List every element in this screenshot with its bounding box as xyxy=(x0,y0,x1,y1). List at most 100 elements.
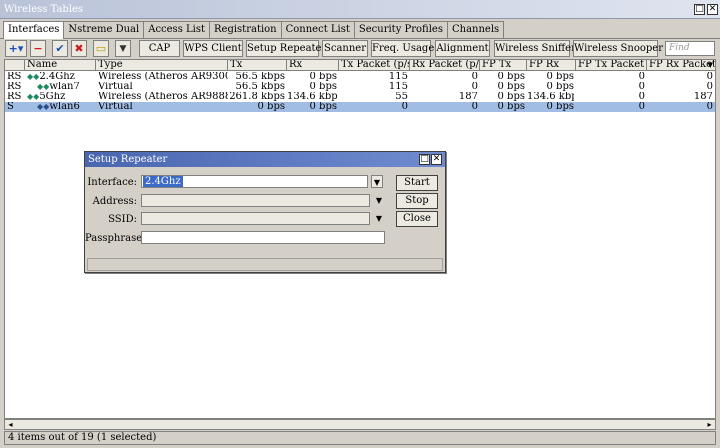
col-fp-rx-packet[interactable]: FP Rx Packet ▼ xyxy=(647,60,715,71)
row-rx: 134.6 kbps xyxy=(287,92,337,102)
tab-bar: Interfaces Nstreme Dual Access List Regi… xyxy=(3,21,505,39)
dialog-close-icon[interactable]: ✕ xyxy=(431,154,442,165)
col-name[interactable]: Name xyxy=(25,60,96,71)
row-name-cell: ◆◆2.4Ghz xyxy=(27,72,96,82)
scanner-button[interactable]: Scanner xyxy=(322,40,368,57)
wireless-snooper-button[interactable]: Wireless Snooper xyxy=(573,40,663,57)
stop-button[interactable]: Stop xyxy=(396,193,438,209)
row-fp-tx-packet: 0 xyxy=(638,102,645,112)
tab-divider xyxy=(0,38,720,39)
row-fp-tx-packet: 0 xyxy=(638,72,645,82)
check-icon: ✔ xyxy=(55,42,65,55)
plus-icon: +▾ xyxy=(8,42,24,55)
table-row[interactable]: RS ◆◆wlan7 Virtual 56.5 kbps 0 bps 115 0… xyxy=(5,82,715,92)
close-icon[interactable]: ✕ xyxy=(707,4,718,15)
window-title-bar: Wireless Tables □ ✕ xyxy=(0,0,720,19)
passphrase-input[interactable] xyxy=(141,231,385,244)
row-type: Virtual xyxy=(98,82,133,92)
row-name: wlan7 xyxy=(49,82,80,92)
add-button[interactable]: +▾ xyxy=(5,40,27,57)
tab-registration[interactable]: Registration xyxy=(209,21,282,38)
tab-interfaces[interactable]: Interfaces xyxy=(3,21,65,39)
start-button[interactable]: Start xyxy=(396,175,438,191)
col-fp-rx[interactable]: FP Rx xyxy=(527,60,576,71)
filter-button[interactable]: ▼ xyxy=(115,40,131,57)
col-flags[interactable] xyxy=(5,60,25,71)
table-row[interactable]: RS ◆◆5Ghz Wireless (Atheros AR9888) 261.… xyxy=(5,92,715,102)
row-tx: 56.5 kbps xyxy=(235,72,285,82)
setup-repeater-button[interactable]: Setup Repeater xyxy=(246,40,326,57)
col-tx-packet[interactable]: Tx Packet (p/s) xyxy=(339,60,410,71)
ssid-label: SSID: xyxy=(108,214,137,225)
row-tx-packet: 115 xyxy=(388,72,408,82)
passphrase-label: Passphrase: xyxy=(85,233,146,244)
restore-icon[interactable]: □ xyxy=(694,4,705,15)
interface-icon: ◆◆ xyxy=(37,102,50,111)
enable-button[interactable]: ✔ xyxy=(52,40,68,57)
wps-client-button[interactable]: WPS Client xyxy=(183,40,243,57)
alignment-button[interactable]: Alignment xyxy=(435,40,490,57)
row-rx-packet: 0 xyxy=(471,82,478,92)
row-name-cell: ◆◆wlan6 xyxy=(37,102,96,112)
comment-icon: ▭ xyxy=(95,42,107,55)
dialog-title-bar: Setup Repeater □ ✕ xyxy=(85,152,445,167)
ssid-dropdown-icon[interactable]: ▼ xyxy=(373,212,385,225)
comment-button[interactable]: ▭ xyxy=(93,40,109,57)
row-fp-rx: 0 bps xyxy=(546,102,574,112)
row-rx-packet: 0 xyxy=(471,72,478,82)
status-bar: 4 items out of 19 (1 selected) xyxy=(4,431,716,445)
row-name: 5Ghz xyxy=(39,92,66,102)
disable-button[interactable]: ✖ xyxy=(71,40,87,57)
row-fp-rx: 134.6 kbps xyxy=(527,92,574,102)
interface-value: 2.4Ghz xyxy=(143,176,183,187)
col-rx[interactable]: Rx xyxy=(287,60,339,71)
close-button[interactable]: Close xyxy=(396,211,438,227)
freq-usage-button[interactable]: Freq. Usage xyxy=(371,40,434,57)
scroll-left-icon[interactable]: ◂ xyxy=(5,420,16,429)
col-type[interactable]: Type xyxy=(96,60,228,71)
interface-select[interactable]: 2.4Ghz xyxy=(141,175,368,188)
remove-button[interactable]: − xyxy=(30,40,46,57)
interface-dropdown-icon[interactable]: ▼ xyxy=(371,175,383,188)
address-dropdown-icon[interactable]: ▼ xyxy=(373,194,385,207)
col-fp-tx[interactable]: FP Tx xyxy=(480,60,527,71)
row-fp-tx: 0 bps xyxy=(497,92,525,102)
address-select[interactable] xyxy=(141,194,370,207)
row-rx: 0 bps xyxy=(309,72,337,82)
row-fp-tx: 0 bps xyxy=(497,82,525,92)
minus-icon: − xyxy=(33,42,43,55)
table-row[interactable]: RS ◆◆2.4Ghz Wireless (Atheros AR9300) 56… xyxy=(5,72,715,82)
ssid-select[interactable] xyxy=(141,212,370,225)
find-input[interactable]: Find xyxy=(665,41,715,56)
scroll-right-icon[interactable]: ▸ xyxy=(704,420,715,429)
interface-label: Interface: xyxy=(87,177,137,188)
row-flags: S xyxy=(7,102,14,112)
col-fp-tx-packet[interactable]: FP Tx Packet ... xyxy=(576,60,647,71)
row-fp-rx-packet: 0 xyxy=(706,102,713,112)
row-tx: 56.5 kbps xyxy=(235,82,285,92)
row-fp-tx: 0 bps xyxy=(497,102,525,112)
wireless-sniffer-button[interactable]: Wireless Sniffer xyxy=(494,40,576,57)
row-tx-packet: 55 xyxy=(395,92,408,102)
row-flags: RS xyxy=(7,92,22,102)
tab-connect-list[interactable]: Connect List xyxy=(280,21,355,38)
tab-nstreme-dual[interactable]: Nstreme Dual xyxy=(63,21,145,38)
row-fp-rx-packet: 0 xyxy=(706,72,713,82)
row-flags: RS xyxy=(7,82,22,92)
dialog-restore-icon[interactable]: □ xyxy=(419,154,430,165)
col-rx-packet[interactable]: Rx Packet (p/s) xyxy=(410,60,480,71)
col-tx[interactable]: Tx xyxy=(228,60,287,71)
row-type: Wireless (Atheros AR9888) xyxy=(98,92,228,102)
horizontal-scrollbar[interactable]: ◂ ▸ xyxy=(4,419,716,430)
table-row-selected[interactable]: S ◆◆wlan6 Virtual 0 bps 0 bps 0 0 0 bps … xyxy=(5,102,715,112)
tab-access-list[interactable]: Access List xyxy=(143,21,210,38)
row-name: wlan6 xyxy=(49,102,80,112)
cap-button[interactable]: CAP xyxy=(139,40,180,57)
row-rx-packet: 187 xyxy=(458,92,478,102)
tab-security-profiles[interactable]: Security Profiles xyxy=(353,21,448,38)
interface-icon: ◆◆ xyxy=(27,72,40,81)
tab-channels[interactable]: Channels xyxy=(446,21,505,38)
row-fp-tx: 0 bps xyxy=(497,72,525,82)
filter-icon: ▼ xyxy=(119,43,127,54)
row-tx: 0 bps xyxy=(257,102,285,112)
